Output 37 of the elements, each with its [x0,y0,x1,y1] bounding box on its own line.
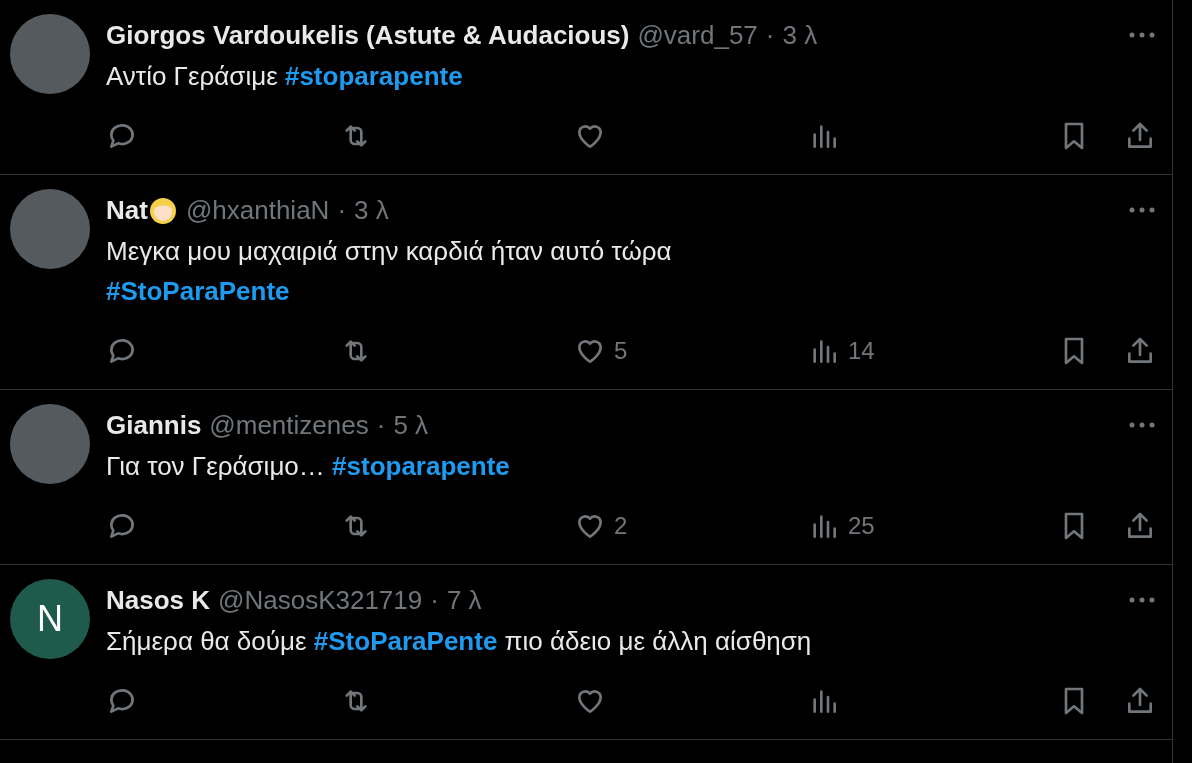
more-button[interactable] [1128,596,1156,604]
user-name[interactable]: Nat [106,194,148,226]
like-button[interactable]: 2 [574,510,808,542]
user-handle[interactable]: @NasosK321719 [218,584,423,616]
post-text: Σήμερα θα δούμε #StoParaPente πιο άδειο με άλλη αίσθηση [106,625,813,658]
hashtag-link[interactable]: #StoParaPente [313,626,498,656]
user-handle[interactable]: @vard_57 [637,19,758,51]
user-name[interactable]: Giorgos Vardoukelis (Astute & Audacious) [106,19,630,51]
post-time[interactable]: 7 λ [446,584,482,616]
more-icon [1128,421,1156,429]
separator-dot: · [376,409,386,441]
avatar[interactable]: N [10,579,90,659]
user-name[interactable]: Nasos K [106,584,211,616]
more-icon [1128,206,1156,214]
hashtag-link[interactable]: #stoparapente [332,451,510,481]
post-text: Για τον Γεράσιμο… #stoparapente [106,450,511,483]
post-time[interactable]: 5 λ [393,409,429,441]
separator-dot: · [337,194,347,226]
views-button[interactable]: 25 [808,510,1042,542]
post-time[interactable]: 3 λ [782,19,818,51]
more-button[interactable] [1128,206,1156,214]
more-button[interactable] [1128,421,1156,429]
user-handle[interactable]: @mentizenes [209,409,369,441]
hashtag-link[interactable]: #StoParaPente [106,276,290,306]
post-text: Αντίο Γεράσιμε #stoparapente [106,60,464,93]
hashtag-link[interactable]: #stoparapente [284,61,463,91]
post-time[interactable]: 3 λ [354,194,389,226]
views-button[interactable]: 14 [808,335,1042,367]
separator-dot: · [430,584,439,616]
like-button[interactable]: 5 [574,335,808,367]
user-handle[interactable]: @hxanthiaN [185,194,330,226]
more-icon [1128,31,1156,39]
user-name[interactable]: Giannis [106,409,202,441]
more-button[interactable] [1128,31,1156,39]
more-icon [1128,596,1156,604]
separator-dot: · [765,19,775,51]
post-text: Μεγκα μου μαχαιριά στην καρδιά ήταν αυτό τώρα #StoParaPente [106,235,673,308]
